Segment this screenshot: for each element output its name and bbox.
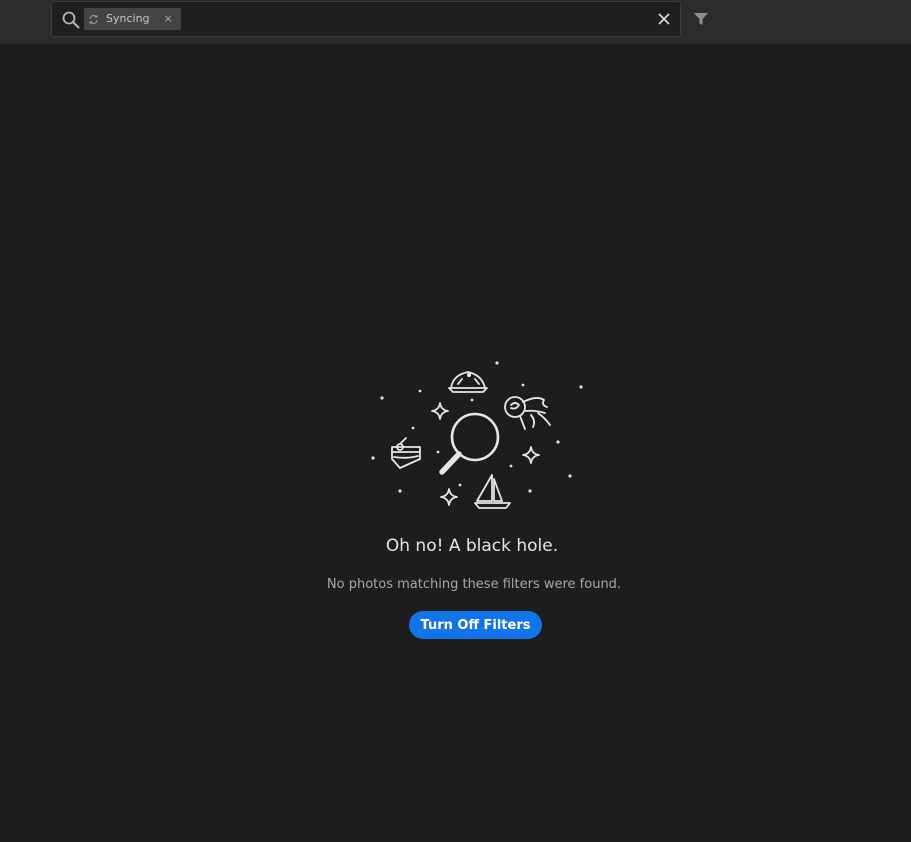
cake-slice-icon (391, 437, 421, 469)
star-dot (528, 489, 532, 493)
sync-icon (89, 14, 98, 24)
search-icon (62, 11, 80, 29)
sparkle-icon (440, 488, 458, 506)
astronaut-icon (504, 396, 551, 430)
star-dot (568, 474, 572, 478)
clear-search-button[interactable] (656, 11, 672, 27)
filter-chip-label: Syncing (106, 12, 150, 25)
search-field[interactable]: Syncing × (51, 1, 681, 37)
star-dot (436, 450, 440, 454)
star-dot (556, 440, 560, 444)
star-dot (521, 383, 525, 387)
filter-icon[interactable] (693, 11, 709, 27)
star-dot (418, 389, 422, 393)
turn-off-filters-button[interactable]: Turn Off Filters (409, 611, 542, 639)
star-dot (380, 396, 384, 400)
filter-chip-remove-button[interactable]: × (164, 8, 173, 30)
magnifier-icon (439, 412, 500, 475)
star-dot (470, 398, 474, 402)
star-dot (371, 456, 375, 460)
empty-state-title: Oh no! A black hole. (385, 536, 559, 556)
filter-chip-syncing[interactable]: Syncing × (84, 8, 181, 30)
top-toolbar: Syncing × (0, 0, 911, 44)
star-dot (579, 385, 583, 389)
star-dot (398, 489, 402, 493)
star-dot (509, 464, 513, 468)
star-dot (458, 483, 462, 487)
black-hole-illustration (371, 361, 583, 509)
sailboat-icon (474, 474, 511, 509)
star-dot (495, 361, 499, 365)
sparkle-icon (522, 446, 540, 464)
empty-state-message: No photos matching these filters were fo… (326, 577, 622, 592)
ufo-icon (448, 371, 488, 393)
star-dot (411, 426, 415, 430)
sparkle-icon (431, 402, 449, 420)
